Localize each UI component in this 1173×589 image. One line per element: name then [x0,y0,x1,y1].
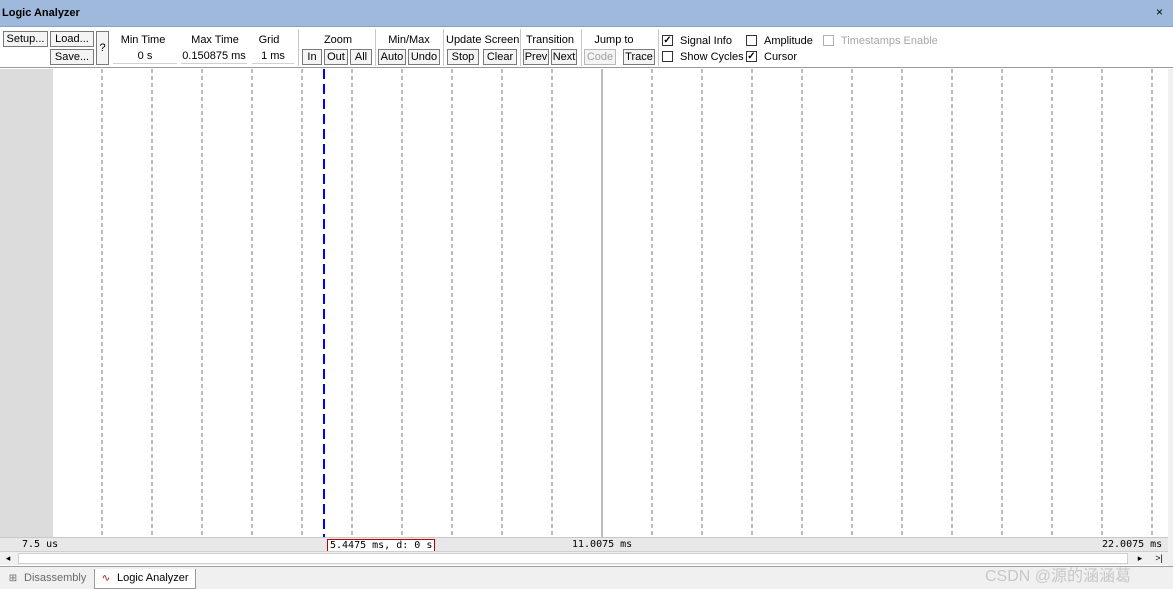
toolbar-separator [581,29,582,66]
stop-button[interactable]: Stop [447,49,479,65]
toolbar-separator [520,29,521,66]
cursor-label: Cursor [764,51,798,63]
time-right-label: 22.0075 ms [1102,539,1163,550]
max-time-value: 0.150875 ms [181,49,247,64]
timestamps-label: Timestamps Enable [841,35,938,47]
help-button[interactable]: ? [96,31,109,65]
scroll-left-icon[interactable]: ◂ [0,552,16,565]
signal-info-checkbox[interactable]: ✓ [662,35,673,46]
logic-analyzer-icon: ∿ [101,573,111,584]
window-right-border [1168,69,1173,569]
tab-logic-analyzer[interactable]: ∿ Logic Analyzer [94,569,196,589]
scroll-end-icon[interactable]: >| [1150,552,1168,565]
close-icon[interactable]: × [1156,6,1163,18]
toolbar: Setup... Load... Save... ? Min Time 0 s … [0,27,1173,68]
toolbar-separator [298,29,299,66]
amplitude-checkbox[interactable] [746,35,757,46]
undo-button[interactable]: Undo [408,49,440,65]
zoom-all-button[interactable]: All [350,49,372,65]
tab-disassembly[interactable]: ⊞ Disassembly [2,569,87,589]
min-time-value: 0 s [113,49,177,64]
grid-label: Grid [258,34,280,46]
timestamps-checkbox[interactable] [823,35,834,46]
show-cycles-label: Show Cycles [680,51,744,63]
update-screen-label: Update Screen [446,34,520,46]
min-time-label: Min Time [120,34,166,46]
waveform-grid [101,69,1153,537]
zoom-label: Zoom [323,34,353,46]
prev-button[interactable]: Prev [523,49,549,65]
transition-label: Transition [526,34,574,46]
clear-button[interactable]: Clear [483,49,517,65]
next-button[interactable]: Next [551,49,577,65]
setup-button[interactable]: Setup... [3,31,48,47]
code-button[interactable]: Code [584,49,616,65]
jump-to-label: Jump to [594,34,634,46]
save-button[interactable]: Save... [50,49,94,65]
show-cycles-checkbox[interactable] [662,51,673,62]
toolbar-separator [443,29,444,66]
signal-info-label: Signal Info [680,35,732,47]
time-mid-label: 11.0075 ms [572,539,633,550]
minmax-label: Min/Max [388,34,430,46]
amplitude-label: Amplitude [764,35,813,47]
time-axis-bar: 7.5 us 5.4475 ms, d: 0 s 11.0075 ms 22.0… [0,537,1168,552]
window-title: Logic Analyzer [2,7,80,19]
scroll-thumb[interactable] [18,553,1128,564]
auto-button[interactable]: Auto [378,49,406,65]
tab-label: Disassembly [24,572,87,584]
title-bar: Logic Analyzer × [0,0,1173,27]
trace-button[interactable]: Trace [623,49,655,65]
tab-label: Logic Analyzer [117,572,189,584]
load-button[interactable]: Load... [50,31,94,47]
waveform-area[interactable] [53,69,1168,537]
zoom-in-button[interactable]: In [302,49,322,65]
signal-list-panel[interactable] [0,69,53,537]
zoom-out-button[interactable]: Out [324,49,348,65]
cursor-checkbox[interactable]: ✓ [746,51,757,62]
max-time-label: Max Time [191,34,239,46]
toolbar-separator [658,29,659,66]
watermark: CSDN @源的涵涵葛 [985,568,1132,585]
time-left-label: 7.5 us [22,539,59,550]
disassembly-icon: ⊞ [8,573,18,584]
toolbar-separator [375,29,376,66]
grid-value: 1 ms [252,49,294,64]
scroll-right-icon[interactable]: ▸ [1132,552,1148,565]
